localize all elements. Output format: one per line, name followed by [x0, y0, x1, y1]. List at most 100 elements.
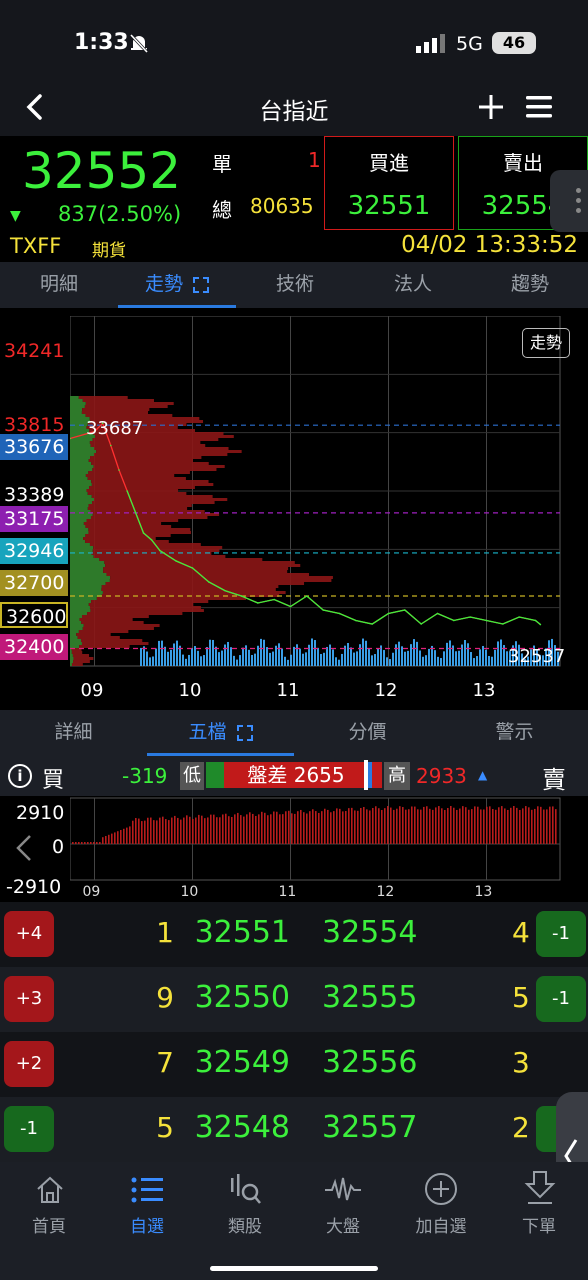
bid-box[interactable]: 買進 32551 — [324, 136, 454, 230]
nav-home[interactable]: 首頁 — [0, 1162, 98, 1258]
bell-off-icon — [128, 32, 150, 54]
profile-bar-red — [88, 471, 190, 474]
tab-tendency[interactable]: 趨勢 — [472, 262, 588, 308]
bid-change-chip[interactable]: +4 — [4, 911, 54, 957]
bid-change-chip[interactable]: -1 — [4, 1106, 54, 1152]
volume-bar — [188, 654, 190, 666]
volume-bar — [299, 648, 301, 666]
diff-bar — [351, 807, 353, 844]
volume-bar — [272, 651, 274, 666]
order-book-row[interactable]: -1532548325572- — [0, 1097, 588, 1162]
volume-bar — [287, 659, 289, 666]
diff-bar — [495, 809, 497, 844]
volume-bar — [371, 655, 373, 666]
diff-bar — [234, 814, 236, 844]
bid-change-chip[interactable]: +3 — [4, 976, 54, 1022]
page-title: 台指近 — [259, 99, 329, 125]
volume-bar — [347, 642, 349, 666]
nav-add-watch[interactable]: 加自選 — [392, 1162, 490, 1258]
chart-mode-badge[interactable]: 走勢 — [522, 328, 570, 358]
low-label: 低 — [180, 762, 204, 790]
diff-bar — [360, 808, 362, 844]
volume-bar — [161, 640, 163, 666]
tab-five-levels[interactable]: 五檔 — [147, 710, 294, 756]
profile-bar-green — [70, 567, 104, 570]
volume-bar — [293, 646, 295, 666]
profile-bar-green — [70, 465, 94, 468]
volume-bar — [362, 638, 364, 666]
volume-bar — [170, 649, 172, 666]
ask-change-chip[interactable]: -1 — [536, 911, 586, 957]
volume-bar — [323, 652, 325, 666]
diff-y-bottom: -2910 — [6, 876, 62, 898]
profile-bar-red — [89, 606, 201, 609]
menu-icon[interactable] — [524, 92, 554, 122]
tab-alert[interactable]: 警示 — [441, 710, 588, 756]
tab-price-volume[interactable]: 分價 — [294, 710, 441, 756]
profile-bar-red — [88, 603, 194, 606]
nav-market[interactable]: 大盤 — [294, 1162, 392, 1258]
volume-bar — [482, 645, 484, 666]
ask-change-chip[interactable]: -1 — [536, 976, 586, 1022]
bid-change-chip[interactable]: +2 — [4, 1041, 54, 1087]
side-handle[interactable] — [550, 170, 588, 232]
profile-bar-green — [70, 534, 86, 537]
trend-chart[interactable]: 34241 33815 33676 33389 33175 32946 32700 32600… — [0, 308, 588, 710]
nav-watchlist[interactable]: 自選 — [98, 1162, 196, 1258]
price-point — [159, 549, 161, 552]
volume-bar — [140, 647, 142, 666]
tab-trend[interactable]: 走勢 — [118, 262, 236, 308]
volume-bar — [485, 649, 487, 666]
order-book-row[interactable]: +2 7 32549 32556 3 — [0, 1032, 588, 1097]
profile-bar-red — [71, 663, 83, 666]
profile-bar-green — [70, 492, 88, 495]
diff-bar — [480, 809, 482, 844]
tab-institutional[interactable]: 法人 — [354, 262, 472, 308]
profile-bar-red — [88, 504, 192, 507]
diff-bar — [198, 814, 200, 844]
volume-bar — [248, 649, 250, 666]
volume-bar — [374, 654, 376, 666]
volume-bar — [143, 646, 145, 666]
diff-bar — [288, 810, 290, 844]
diff-bar — [414, 806, 416, 844]
diff-bar — [513, 806, 515, 844]
volume-bar — [350, 647, 352, 666]
profile-bar-red — [82, 615, 149, 618]
tab-five-levels-label: 五檔 — [188, 721, 227, 743]
info-icon[interactable]: i — [8, 764, 32, 788]
tab-details[interactable]: 明細 — [0, 262, 118, 308]
tab-detail[interactable]: 詳細 — [0, 710, 147, 756]
diff-bar — [216, 817, 218, 844]
profile-bar-green — [70, 525, 86, 528]
tab-technical[interactable]: 技術 — [236, 262, 354, 308]
pulse-icon — [325, 1177, 361, 1201]
nav-sectors[interactable]: 類股 — [196, 1162, 294, 1258]
profile-bar-green — [70, 501, 93, 504]
nav-order[interactable]: 下單 — [490, 1162, 588, 1258]
profile-bar-green — [70, 561, 105, 564]
diff-bar — [102, 837, 104, 844]
back-icon[interactable] — [20, 92, 50, 122]
high-value-label: 33687 — [86, 418, 144, 439]
order-book-row[interactable]: +4 1 32551 32554 4 -1 — [0, 902, 588, 967]
order-book-row[interactable]: +3 9 32550 32555 5 -1 — [0, 967, 588, 1032]
diff-bar — [342, 811, 344, 844]
add-icon[interactable] — [476, 92, 506, 122]
diff-bar — [324, 808, 326, 844]
profile-bar-red — [94, 447, 229, 450]
diff-bar — [153, 820, 155, 844]
profile-bar-green — [70, 606, 90, 609]
diff-bar — [330, 812, 332, 844]
diff-bar — [426, 806, 428, 844]
chevron-left-icon[interactable] — [12, 832, 36, 864]
profile-bar-green — [70, 396, 79, 399]
diff-y-mid: 0 — [52, 836, 65, 858]
volume-bar — [167, 651, 169, 666]
profile-bar-red — [90, 609, 204, 612]
diff-bar — [522, 808, 524, 844]
profile-bar-red — [83, 624, 160, 627]
diff-bar — [147, 817, 149, 844]
ask-price: 32554 — [322, 915, 418, 950]
profile-bar-red — [79, 618, 133, 621]
